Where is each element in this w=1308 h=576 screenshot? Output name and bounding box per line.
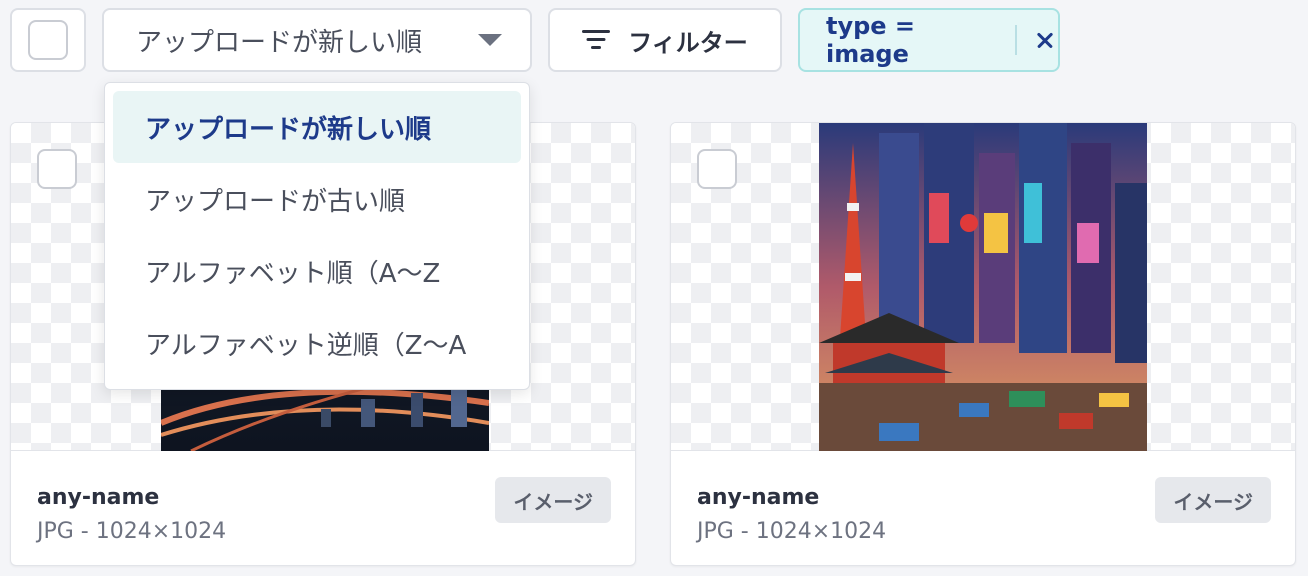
sort-select[interactable]: アップロードが新しい順: [102, 8, 532, 72]
caret-down-icon: [478, 34, 502, 46]
asset-name: any-name: [37, 485, 160, 510]
asset-type-badge: イメージ: [1155, 477, 1271, 523]
asset-meta: JPG - 1024×1024: [37, 519, 227, 544]
sort-option-oldest[interactable]: アップロードが古い順: [113, 163, 521, 235]
active-filter-chip: type = image: [798, 8, 1060, 72]
sort-dropdown-menu: アップロードが新しい順 アップロードが古い順 アルファベット順（A〜Z アルファ…: [104, 82, 530, 390]
close-icon[interactable]: [1031, 26, 1058, 54]
card-checkbox[interactable]: [697, 149, 737, 189]
card-checkbox[interactable]: [37, 149, 77, 189]
select-all-checkbox-wrapper[interactable]: [10, 8, 86, 72]
sort-option-alpha-asc[interactable]: アルファベット順（A〜Z: [113, 235, 521, 307]
thumbnail-image: [819, 123, 1147, 451]
chip-divider: [1015, 25, 1018, 55]
asset-name: any-name: [697, 485, 820, 510]
asset-thumbnail: [671, 123, 1295, 451]
asset-meta: JPG - 1024×1024: [697, 519, 887, 544]
select-all-checkbox[interactable]: [28, 20, 68, 60]
sort-select-value: アップロードが新しい順: [136, 27, 423, 58]
active-filter-label: type = image: [826, 12, 916, 68]
sort-option-newest[interactable]: アップロードが新しい順: [113, 91, 521, 163]
filter-icon: [582, 30, 611, 50]
asset-card[interactable]: any-name JPG - 1024×1024 イメージ: [670, 122, 1296, 566]
sort-option-alpha-desc[interactable]: アルファベット逆順（Z〜A: [113, 307, 521, 379]
filter-button[interactable]: フィルター: [548, 8, 782, 72]
filter-button-label: フィルター: [628, 28, 748, 57]
asset-type-badge: イメージ: [495, 477, 611, 523]
